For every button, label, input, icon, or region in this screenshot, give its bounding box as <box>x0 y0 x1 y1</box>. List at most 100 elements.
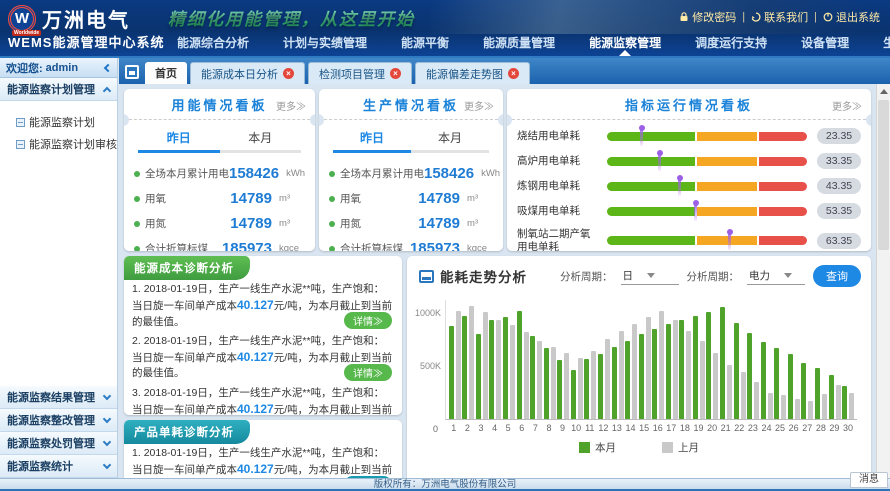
sidebar-group-statistics[interactable]: 能源监察统计 <box>0 455 117 478</box>
panel-title: 用能情况看板 <box>171 95 267 114</box>
nav-item-energy-supervision[interactable]: 能源监察管理 <box>572 32 678 56</box>
change-password-link[interactable]: 修改密码 <box>679 9 736 25</box>
nav-item-equipment[interactable]: 设备管理 <box>784 32 866 56</box>
detail-button[interactable]: 详情≫ <box>344 312 392 329</box>
nav-item-dispatch-support[interactable]: 调度运行支持 <box>678 32 784 56</box>
scrollbar-thumb[interactable] <box>878 100 889 250</box>
sidebar-bottom-groups: 能源监察结果管理 能源监察整改管理 能源监察处罚管理 能源监察统计 <box>0 386 117 478</box>
nav-item-plan-management[interactable]: 计划与实绩管理 <box>266 32 384 56</box>
tab-energy-deviation-trend[interactable]: 能源偏差走势图 × <box>415 62 530 84</box>
nav-item-energy-balance[interactable]: 能源平衡 <box>384 32 466 56</box>
bullet-dot-icon <box>134 221 140 227</box>
energy-type-select[interactable]: 电力 <box>747 267 805 285</box>
chevron-down-icon <box>647 273 655 278</box>
bar-上月 <box>646 317 651 419</box>
bar-本月 <box>639 334 644 419</box>
tab-yesterday[interactable]: 昨日 <box>333 126 411 153</box>
close-icon[interactable]: × <box>283 68 294 79</box>
vertical-scrollbar[interactable] <box>876 84 890 478</box>
chevron-down-icon <box>784 273 792 278</box>
sidebar-item-supervision-plan[interactable]: 能源监察计划 <box>0 111 117 133</box>
bar-上月 <box>836 385 841 419</box>
nav-item-energy-quality[interactable]: 能源质量管理 <box>466 32 572 56</box>
tab-list-icon[interactable] <box>125 65 139 79</box>
scroll-up-icon[interactable] <box>877 84 890 98</box>
bar-group <box>828 300 842 419</box>
nav-item-energy-analysis[interactable]: 能源综合分析 <box>160 32 266 56</box>
more-link[interactable]: 更多≫ <box>464 98 494 113</box>
bar-上月 <box>741 372 746 419</box>
bar-本月 <box>829 375 834 419</box>
period-select[interactable]: 日 <box>621 267 679 285</box>
sidebar-group-punishment[interactable]: 能源监察处罚管理 <box>0 432 117 455</box>
bar-group <box>475 300 489 419</box>
x-tick: 22 <box>732 423 746 433</box>
bar-本月 <box>544 348 549 419</box>
copyright-text: 版权所有：万洲电气股份有限公司 <box>374 479 517 490</box>
bar-上月 <box>632 324 637 419</box>
bar-本月 <box>476 334 481 419</box>
bar-上月 <box>727 365 732 419</box>
bar-group <box>774 300 788 419</box>
tab-detection-project[interactable]: 检测项目管理 × <box>308 62 412 84</box>
diagnosis-item: 1. 2018-01-19日，生产一线生产水泥**吨，生产饱和：当日旋一车间单产… <box>132 446 394 478</box>
tab-this-month[interactable]: 本月 <box>411 126 489 153</box>
welcome-label: 欢迎您: <box>6 60 43 76</box>
bullet-dot-icon <box>134 196 140 202</box>
legend-current-month[interactable]: 本月 <box>579 440 616 455</box>
query-button[interactable]: 查询 <box>813 265 861 287</box>
bar-上月 <box>713 353 718 419</box>
sidebar-group-plan-management[interactable]: 能源监察计划管理 <box>0 78 117 101</box>
tab-this-month[interactable]: 本月 <box>220 126 302 153</box>
bar-本月 <box>598 354 603 419</box>
bar-本月 <box>788 354 793 419</box>
slogan: 精细化用能管理，从这里开始 <box>168 5 415 30</box>
sidebar-group-result-management[interactable]: 能源监察结果管理 <box>0 386 117 409</box>
close-icon[interactable]: × <box>508 68 519 79</box>
nav-item-production-data[interactable]: 生产数据录入 <box>866 32 890 56</box>
bar-上月 <box>659 311 664 419</box>
bar-group <box>760 300 774 419</box>
bar-上月 <box>808 401 813 419</box>
x-axis-ticks: 1234567891011121314151617181920212223242… <box>445 423 857 433</box>
sidebar-item-supervision-plan-audit[interactable]: 能源监察计划审核 <box>0 133 117 155</box>
bar-group <box>502 300 516 419</box>
x-tick: 1 <box>447 423 461 433</box>
bar-本月 <box>462 316 467 419</box>
tab-yesterday[interactable]: 昨日 <box>138 126 220 153</box>
production-panel: 生产情况看板 更多≫ 昨日 本月 全场本月累计用电 158426 kWh <box>319 89 503 251</box>
tab-energy-cost-analysis[interactable]: 能源成本日分析 × <box>190 62 305 84</box>
legend-previous-month[interactable]: 上月 <box>662 440 699 455</box>
bar-group <box>624 300 638 419</box>
chevron-down-icon <box>103 438 111 446</box>
message-button[interactable]: 消息 <box>850 472 888 488</box>
legend-swatch-icon <box>579 442 590 453</box>
x-tick: 17 <box>665 423 679 433</box>
contact-icon <box>751 12 761 22</box>
bar-上月 <box>686 331 691 419</box>
separator: | <box>814 11 817 23</box>
bar-group <box>611 300 625 419</box>
x-tick: 23 <box>746 423 760 433</box>
detail-button[interactable]: 详情≫ <box>344 364 392 381</box>
bar-group <box>584 300 598 419</box>
username: admin <box>46 62 78 74</box>
gauge-value-badge: 53.35 <box>817 203 861 219</box>
more-link[interactable]: 更多≫ <box>276 98 306 113</box>
x-tick: 21 <box>719 423 733 433</box>
diagnosis-item: 1. 2018-01-19日，生产一线生产水泥**吨，生产饱和：当日旋一车间单产… <box>132 282 394 330</box>
bullet-dot-icon <box>329 196 335 202</box>
bar-本月 <box>571 370 576 419</box>
bar-上月 <box>564 353 569 419</box>
bar-group <box>787 300 801 419</box>
tab-home[interactable]: 首页 <box>145 62 187 84</box>
sidebar-group-rectification[interactable]: 能源监察整改管理 <box>0 409 117 432</box>
close-icon[interactable]: × <box>390 68 401 79</box>
bar-上月 <box>849 393 854 419</box>
sidebar-collapse-icon[interactable] <box>104 63 112 71</box>
gauge-bar <box>607 182 807 191</box>
contact-us-link[interactable]: 联系我们 <box>751 9 808 25</box>
utility-links: 修改密码 | 联系我们 | 退出系统 <box>679 9 880 25</box>
logout-link[interactable]: 退出系统 <box>823 9 880 25</box>
more-link[interactable]: 更多≫ <box>832 98 862 113</box>
